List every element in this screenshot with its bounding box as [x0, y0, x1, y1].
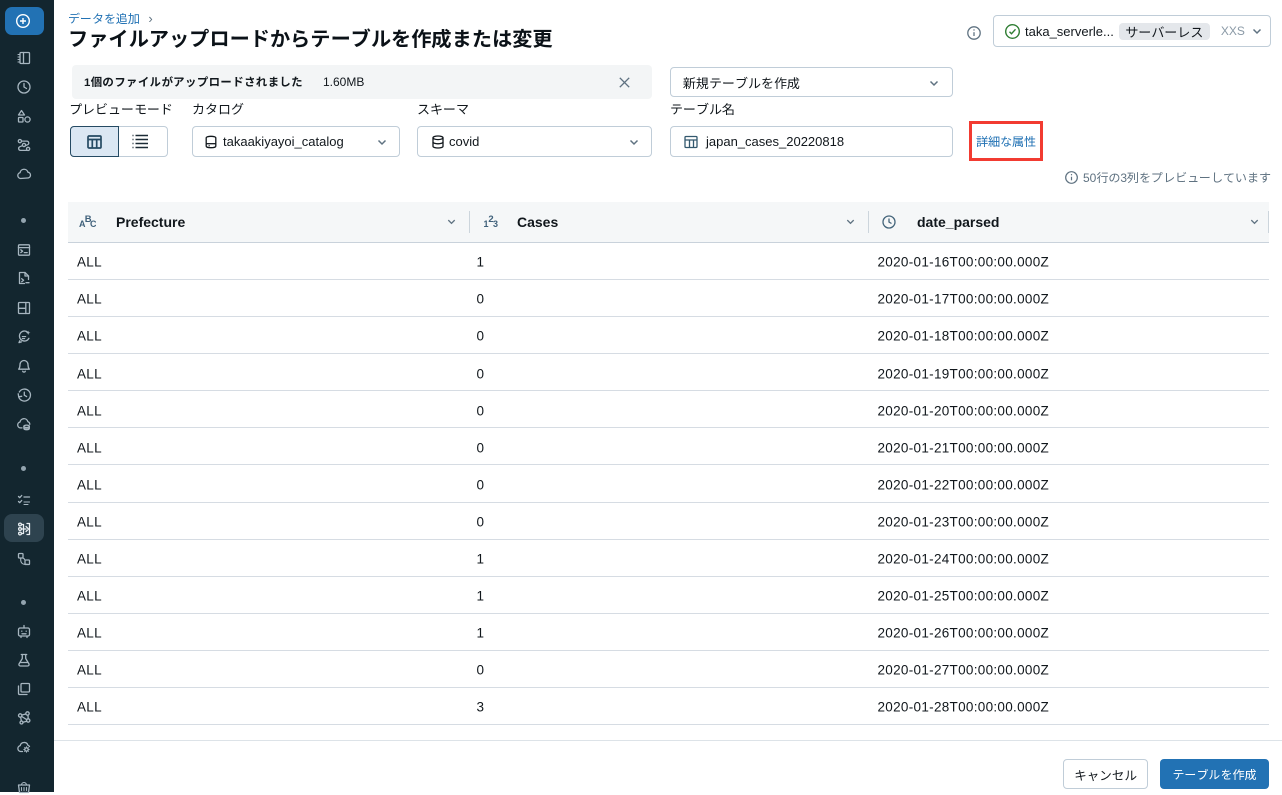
svg-text:C: C	[90, 220, 96, 230]
svg-text:3: 3	[493, 220, 498, 230]
